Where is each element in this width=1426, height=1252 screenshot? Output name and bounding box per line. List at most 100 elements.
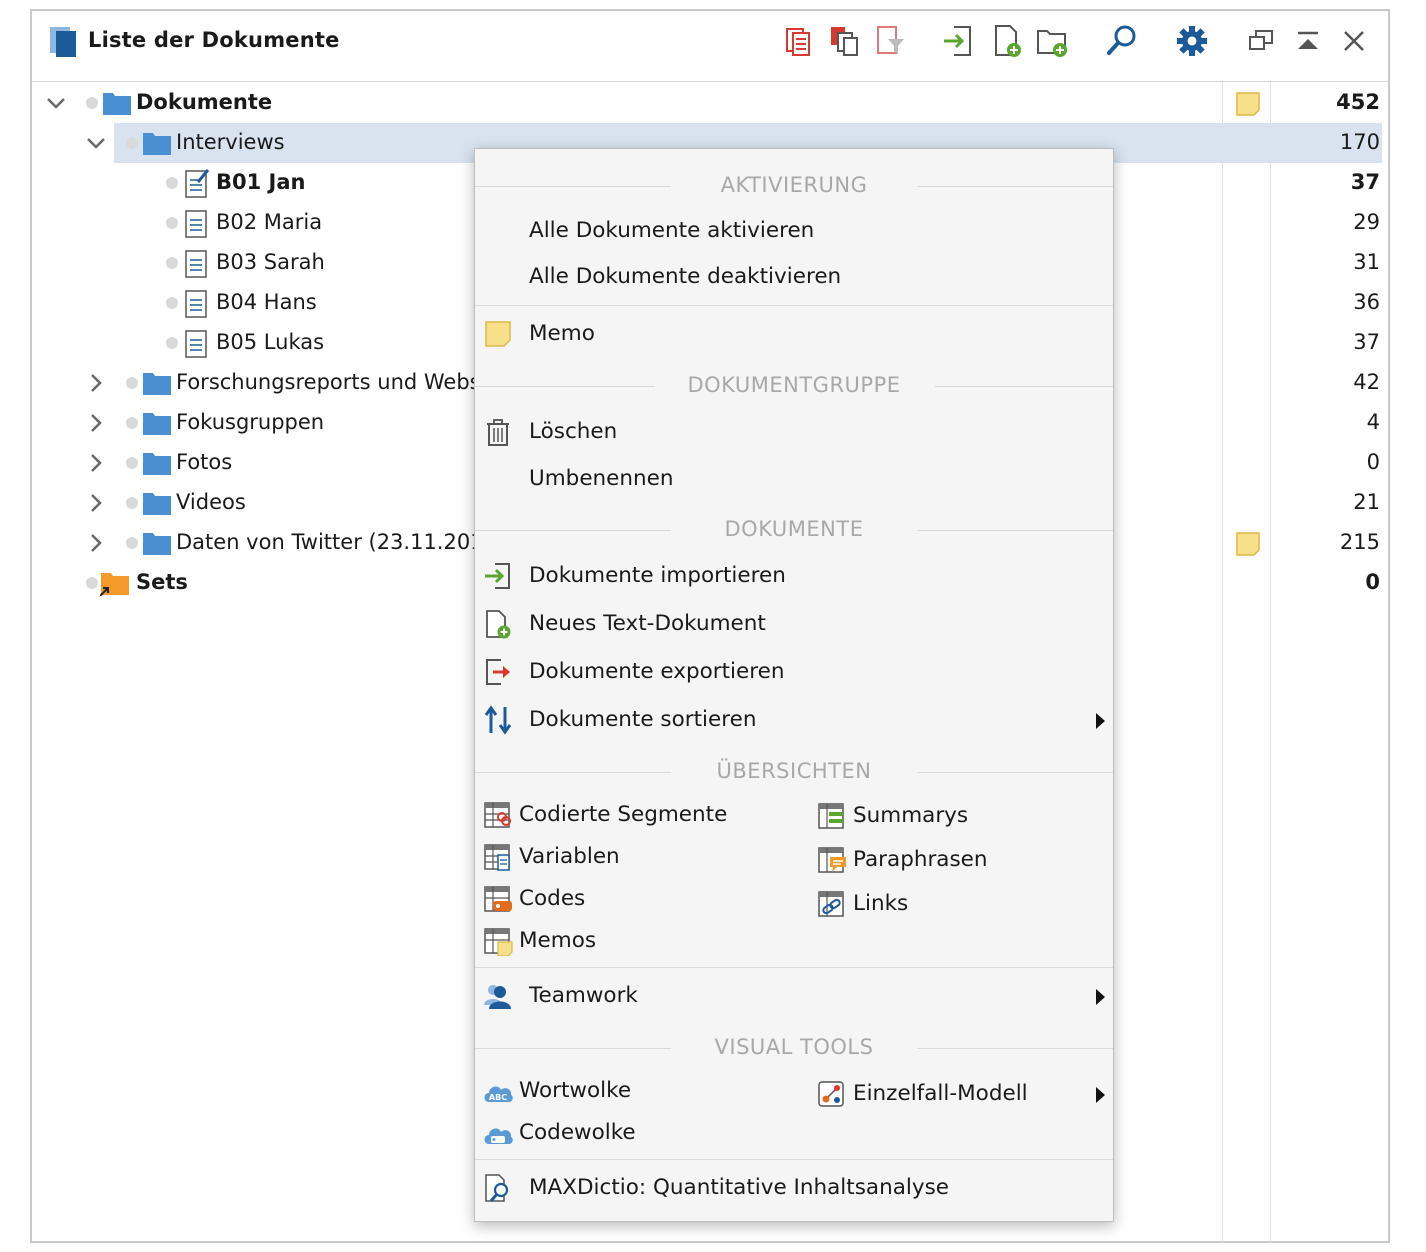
sets-folder-icon	[100, 573, 129, 596]
menu-item-label: Links	[853, 891, 909, 916]
tree-label: B04 Hans	[216, 290, 317, 314]
menu-item-delete[interactable]: Löschen	[475, 413, 1113, 453]
menu-item-teamwork[interactable]: Teamwork	[475, 977, 1113, 1017]
summarys-table-icon	[818, 803, 844, 829]
settings-gear-icon[interactable]	[1174, 23, 1210, 59]
activation-dot[interactable]	[166, 257, 178, 269]
activation-dot[interactable]	[126, 417, 138, 429]
single-case-model-icon	[818, 1081, 844, 1107]
activate-all-icon[interactable]	[782, 23, 818, 59]
chevron-down-icon[interactable]	[84, 131, 108, 155]
menu-item-memo[interactable]: Memo	[475, 315, 1113, 355]
section-title: DOKUMENTE	[724, 517, 864, 541]
chevron-right-icon[interactable]	[84, 491, 108, 515]
activation-dot[interactable]	[166, 177, 178, 189]
memo-icon[interactable]	[1234, 90, 1262, 118]
tree-label: Dokumente	[136, 90, 273, 114]
coded-segments-table-icon	[484, 802, 511, 828]
codecloud-icon	[484, 1128, 513, 1144]
tree-label: Fokusgruppen	[176, 410, 325, 434]
menu-item-codes[interactable]: Codes	[475, 880, 805, 920]
document-count: 0	[1365, 570, 1380, 594]
menu-item-single-case-model[interactable]: Einzelfall-Modell	[809, 1075, 1113, 1115]
document-count: 21	[1353, 490, 1380, 514]
menu-item-summarys[interactable]: Summarys	[809, 797, 1109, 837]
activation-dot[interactable]	[166, 217, 178, 229]
text-document-icon	[185, 290, 207, 318]
menu-item-label: Wortwolke	[519, 1078, 632, 1103]
activation-dot[interactable]	[126, 137, 138, 149]
activation-dot[interactable]	[166, 297, 178, 309]
menu-item-sort-documents[interactable]: Dokumente sortieren	[475, 701, 1113, 741]
menu-item-label: Paraphrasen	[853, 847, 988, 872]
menu-item-label: Memo	[529, 321, 595, 346]
filter-activated-icon[interactable]	[872, 23, 908, 59]
activation-dot[interactable]	[126, 497, 138, 509]
menu-item-label: MAXDictio: Quantitative Inhaltsanalyse	[529, 1175, 949, 1200]
section-header-activation: AKTIVIERUNG	[475, 171, 1113, 201]
undock-window-icon[interactable]	[1244, 23, 1280, 59]
text-document-icon	[185, 210, 207, 238]
menu-item-import-documents[interactable]: Dokumente importieren	[475, 557, 1113, 597]
activation-dot[interactable]	[86, 577, 98, 589]
tree-label: Videos	[176, 490, 246, 514]
menu-item-rename[interactable]: Umbenennen	[475, 460, 1113, 500]
folder-icon	[103, 93, 131, 115]
paraphrases-table-icon	[818, 847, 846, 873]
menu-item-new-text-document[interactable]: Neues Text-Dokument	[475, 605, 1113, 645]
activation-dot[interactable]	[86, 97, 98, 109]
search-icon[interactable]	[1104, 23, 1140, 59]
menu-separator	[475, 967, 1113, 968]
menu-item-deactivate-all[interactable]: Alle Dokumente deaktivieren	[475, 258, 1113, 298]
chevron-right-icon[interactable]	[84, 371, 108, 395]
document-count: 0	[1366, 450, 1380, 474]
activation-dot[interactable]	[126, 377, 138, 389]
menu-item-label: Teamwork	[529, 983, 638, 1008]
menu-item-links[interactable]: Links	[809, 885, 1109, 925]
menu-item-memos[interactable]: Memos	[475, 922, 805, 962]
menu-item-codecloud[interactable]: Codewolke	[475, 1114, 805, 1154]
menu-item-label: Umbenennen	[529, 466, 674, 491]
import-documents-icon[interactable]	[940, 23, 976, 59]
folder-icon	[143, 373, 171, 395]
menu-item-paraphrases[interactable]: Paraphrasen	[809, 841, 1109, 881]
chevron-right-icon[interactable]	[84, 451, 108, 475]
import-documents-icon	[485, 563, 510, 589]
menu-item-variables[interactable]: Variablen	[475, 838, 805, 878]
links-table-icon	[818, 891, 844, 917]
memo-icon	[485, 321, 511, 347]
submenu-arrow-icon	[1096, 713, 1105, 729]
activation-dot[interactable]	[126, 457, 138, 469]
tree-label: Daten von Twitter (23.11.201	[176, 530, 484, 554]
memo-icon[interactable]	[1234, 530, 1262, 558]
activation-dot[interactable]	[126, 537, 138, 549]
tree-row-root[interactable]: Dokumente 452	[32, 83, 1388, 123]
menu-item-maxdictio[interactable]: MAXDictio: Quantitative Inhaltsanalyse	[475, 1169, 1113, 1209]
document-count: 4	[1366, 410, 1380, 434]
tree-label: Forschungsreports und Webs	[176, 370, 481, 394]
section-header-overviews: ÜBERSICHTEN	[475, 757, 1113, 787]
menu-item-label: Alle Dokumente deaktivieren	[529, 264, 842, 289]
text-document-icon	[185, 250, 207, 278]
text-document-icon	[185, 330, 207, 358]
tree-label: B02 Maria	[216, 210, 323, 234]
new-document-group-icon[interactable]	[1035, 23, 1071, 59]
maxdictio-search-icon	[485, 1174, 509, 1202]
chevron-down-icon[interactable]	[44, 91, 68, 115]
chevron-right-icon[interactable]	[84, 411, 108, 435]
new-text-document-icon[interactable]	[990, 23, 1026, 59]
menu-item-coded-segments[interactable]: Codierte Segmente	[475, 796, 805, 836]
activation-dot[interactable]	[166, 337, 178, 349]
menu-item-activate-all[interactable]: Alle Dokumente aktivieren	[475, 212, 1113, 252]
menu-item-export-documents[interactable]: Dokumente exportieren	[475, 653, 1113, 693]
collapse-window-icon[interactable]	[1290, 23, 1326, 59]
menu-item-label: Dokumente exportieren	[529, 659, 785, 684]
copy-activated-icon[interactable]	[827, 23, 863, 59]
chevron-right-icon[interactable]	[84, 531, 108, 555]
document-list-icon	[50, 27, 76, 57]
menu-item-wordcloud[interactable]: ABC Wortwolke	[475, 1072, 805, 1112]
tree-label: Interviews	[176, 130, 285, 154]
close-icon[interactable]	[1336, 23, 1372, 59]
tree-label: Sets	[136, 570, 188, 594]
folder-icon	[143, 453, 171, 475]
